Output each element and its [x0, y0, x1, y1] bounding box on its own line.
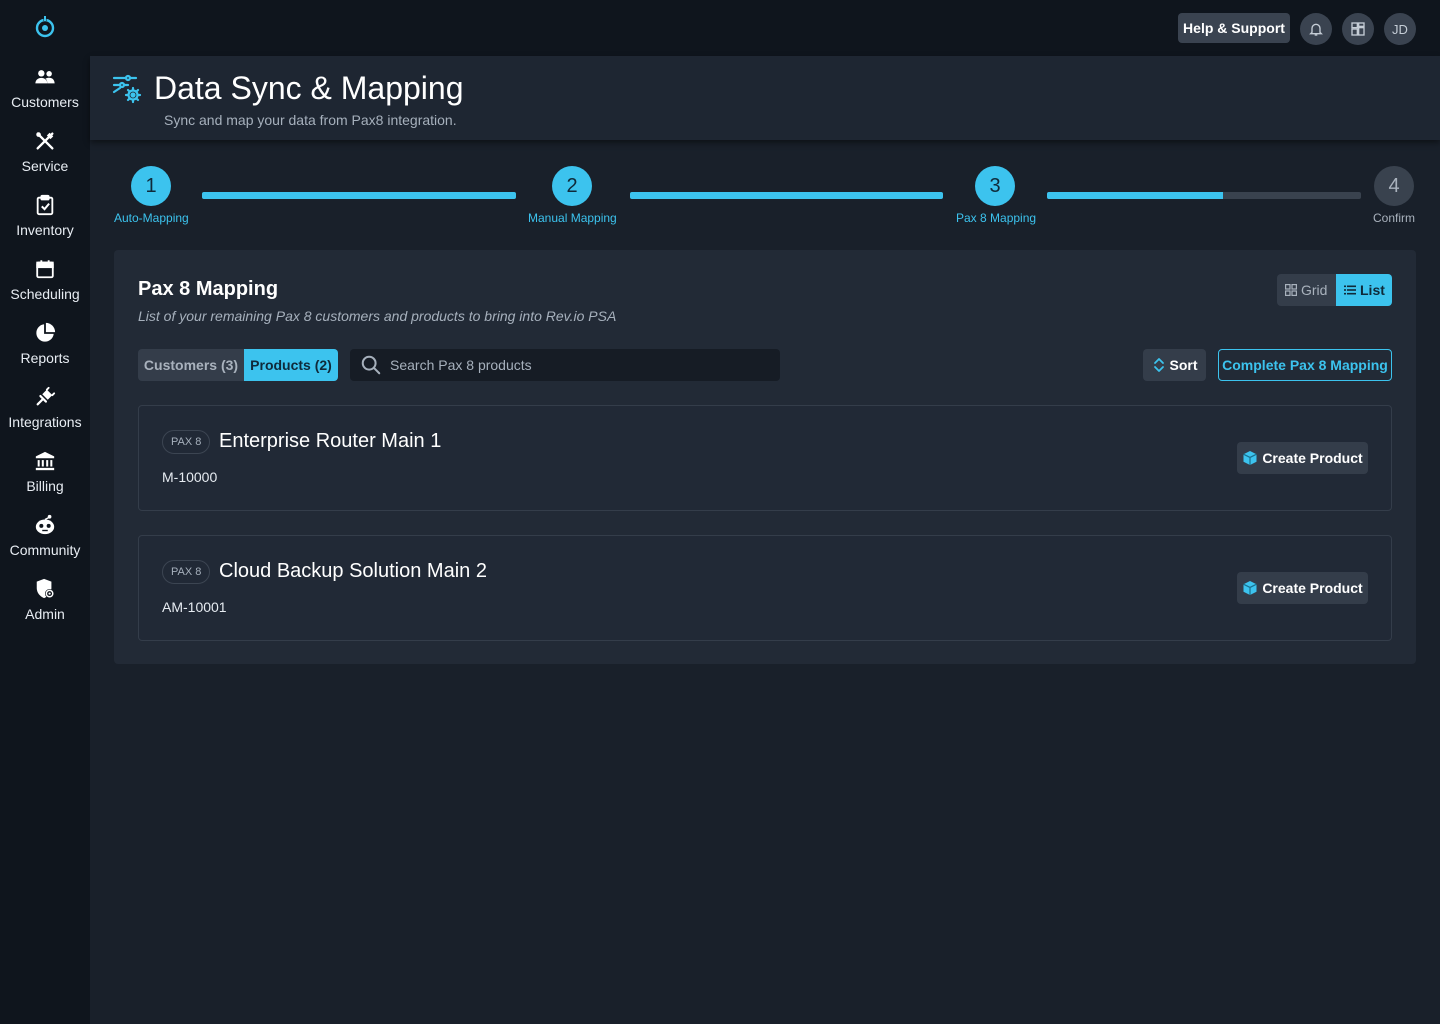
- cube-icon: [1243, 581, 1258, 595]
- sidebar-item-label: Integrations: [8, 414, 82, 430]
- create-product-label: Create Product: [1262, 580, 1363, 596]
- sidebar-item-customers[interactable]: Customers: [0, 66, 90, 122]
- product-card: PAX 8 Cloud Backup Solution Main 2 AM-10…: [138, 535, 1392, 641]
- sidebar-item-label: Reports: [20, 350, 70, 366]
- sidebar-item-label: Service: [21, 158, 69, 174]
- sidebar-item-label: Admin: [25, 606, 65, 622]
- sidebar-item-label: Customers: [11, 94, 79, 110]
- page-subtitle: Sync and map your data from Pax8 integra…: [164, 112, 457, 128]
- complete-mapping-button[interactable]: Complete Pax 8 Mapping: [1218, 349, 1392, 381]
- grid-label: Grid: [1301, 282, 1328, 298]
- list-view-button[interactable]: List: [1336, 274, 1392, 306]
- calendar-icon: [36, 260, 54, 279]
- plug-icon: [36, 386, 56, 406]
- tab-customers[interactable]: Customers (3): [138, 349, 244, 381]
- list-icon: [1344, 285, 1356, 295]
- list-label: List: [1360, 282, 1385, 298]
- step-4-label: Confirm: [1373, 211, 1416, 225]
- page-title: Data Sync & Mapping: [154, 70, 464, 106]
- avatar-initials: JD: [1392, 21, 1408, 37]
- sidebar: Customers Service Inventory Scheduling R…: [0, 0, 90, 1024]
- sidebar-item-billing[interactable]: Billing: [0, 450, 90, 506]
- tab-products[interactable]: Products (2): [244, 349, 338, 381]
- product-card: PAX 8 Enterprise Router Main 1 M-10000 C…: [138, 405, 1392, 511]
- help-support-button[interactable]: Help & Support: [1178, 13, 1290, 43]
- step-1-label: Auto-Mapping: [114, 211, 189, 225]
- view-toggle: Grid List: [1277, 274, 1392, 306]
- sidebar-item-label: Scheduling: [10, 286, 80, 302]
- panel-subtitle: List of your remaining Pax 8 customers a…: [138, 308, 617, 324]
- create-product-button[interactable]: Create Product: [1237, 442, 1368, 474]
- step-3-label: Pax 8 Mapping: [956, 211, 1037, 225]
- apps-button[interactable]: [1342, 13, 1374, 45]
- sidebar-item-admin[interactable]: Admin: [0, 578, 90, 634]
- sort-button[interactable]: Sort: [1143, 349, 1206, 381]
- pie-chart-icon: [36, 322, 56, 342]
- product-code: M-10000: [162, 469, 218, 485]
- source-badge: PAX 8: [162, 430, 211, 454]
- sort-icon: [1153, 358, 1164, 372]
- source-badge: PAX 8: [162, 560, 211, 584]
- search-icon: [361, 355, 381, 375]
- product-name: Cloud Backup Solution Main 2: [219, 560, 487, 582]
- sidebar-item-reports[interactable]: Reports: [0, 322, 90, 378]
- cube-icon: [1243, 451, 1258, 465]
- bank-icon: [35, 451, 55, 471]
- sidebar-item-service[interactable]: Service: [0, 130, 90, 186]
- grid-view-button[interactable]: Grid: [1277, 274, 1336, 306]
- product-name: Enterprise Router Main 1: [219, 430, 442, 452]
- grid-icon: [1285, 284, 1297, 296]
- users-icon: [35, 70, 55, 84]
- step-4-circle[interactable]: 4: [1374, 166, 1414, 206]
- dashboard-icon: [1351, 22, 1365, 36]
- sidebar-item-label: Community: [9, 542, 81, 558]
- entity-tabs: Customers (3) Products (2): [138, 349, 338, 381]
- create-product-label: Create Product: [1262, 450, 1363, 466]
- step-2-progress: [630, 192, 943, 199]
- sidebar-item-label: Inventory: [16, 222, 74, 238]
- tools-icon: [36, 132, 54, 150]
- progress-fill: [630, 192, 943, 199]
- clipboard-check-icon: [36, 194, 54, 216]
- step-1-circle[interactable]: 1: [131, 166, 171, 206]
- sidebar-item-inventory[interactable]: Inventory: [0, 194, 90, 250]
- create-product-button[interactable]: Create Product: [1237, 572, 1368, 604]
- shield-gear-icon: [36, 578, 55, 599]
- step-2-label: Manual Mapping: [528, 211, 617, 225]
- sidebar-item-integrations[interactable]: Integrations: [0, 386, 90, 442]
- sync-settings-icon: [112, 74, 142, 104]
- bell-icon: [1309, 23, 1323, 36]
- progress-fill: [202, 192, 516, 199]
- panel-title: Pax 8 Mapping: [138, 278, 279, 300]
- step-1-progress: [202, 192, 516, 199]
- sidebar-item-label: Billing: [26, 478, 64, 494]
- step-3-circle[interactable]: 3: [975, 166, 1015, 206]
- notifications-button[interactable]: [1300, 13, 1332, 45]
- sidebar-item-community[interactable]: Community: [0, 514, 90, 570]
- progress-fill: [1047, 192, 1223, 199]
- product-code: AM-10001: [162, 599, 227, 615]
- step-2-circle[interactable]: 2: [552, 166, 592, 206]
- page-header: Data Sync & Mapping Sync and map your da…: [90, 56, 1440, 140]
- step-3-progress: [1047, 192, 1361, 199]
- sidebar-item-scheduling[interactable]: Scheduling: [0, 258, 90, 314]
- user-avatar[interactable]: JD: [1384, 13, 1416, 45]
- mascot-icon: [35, 514, 55, 535]
- sort-label: Sort: [1169, 357, 1198, 373]
- search-input[interactable]: [390, 357, 770, 373]
- app-logo-icon[interactable]: [33, 15, 57, 39]
- pax8-mapping-panel: Pax 8 Mapping List of your remaining Pax…: [114, 250, 1416, 664]
- search-box: [350, 349, 780, 381]
